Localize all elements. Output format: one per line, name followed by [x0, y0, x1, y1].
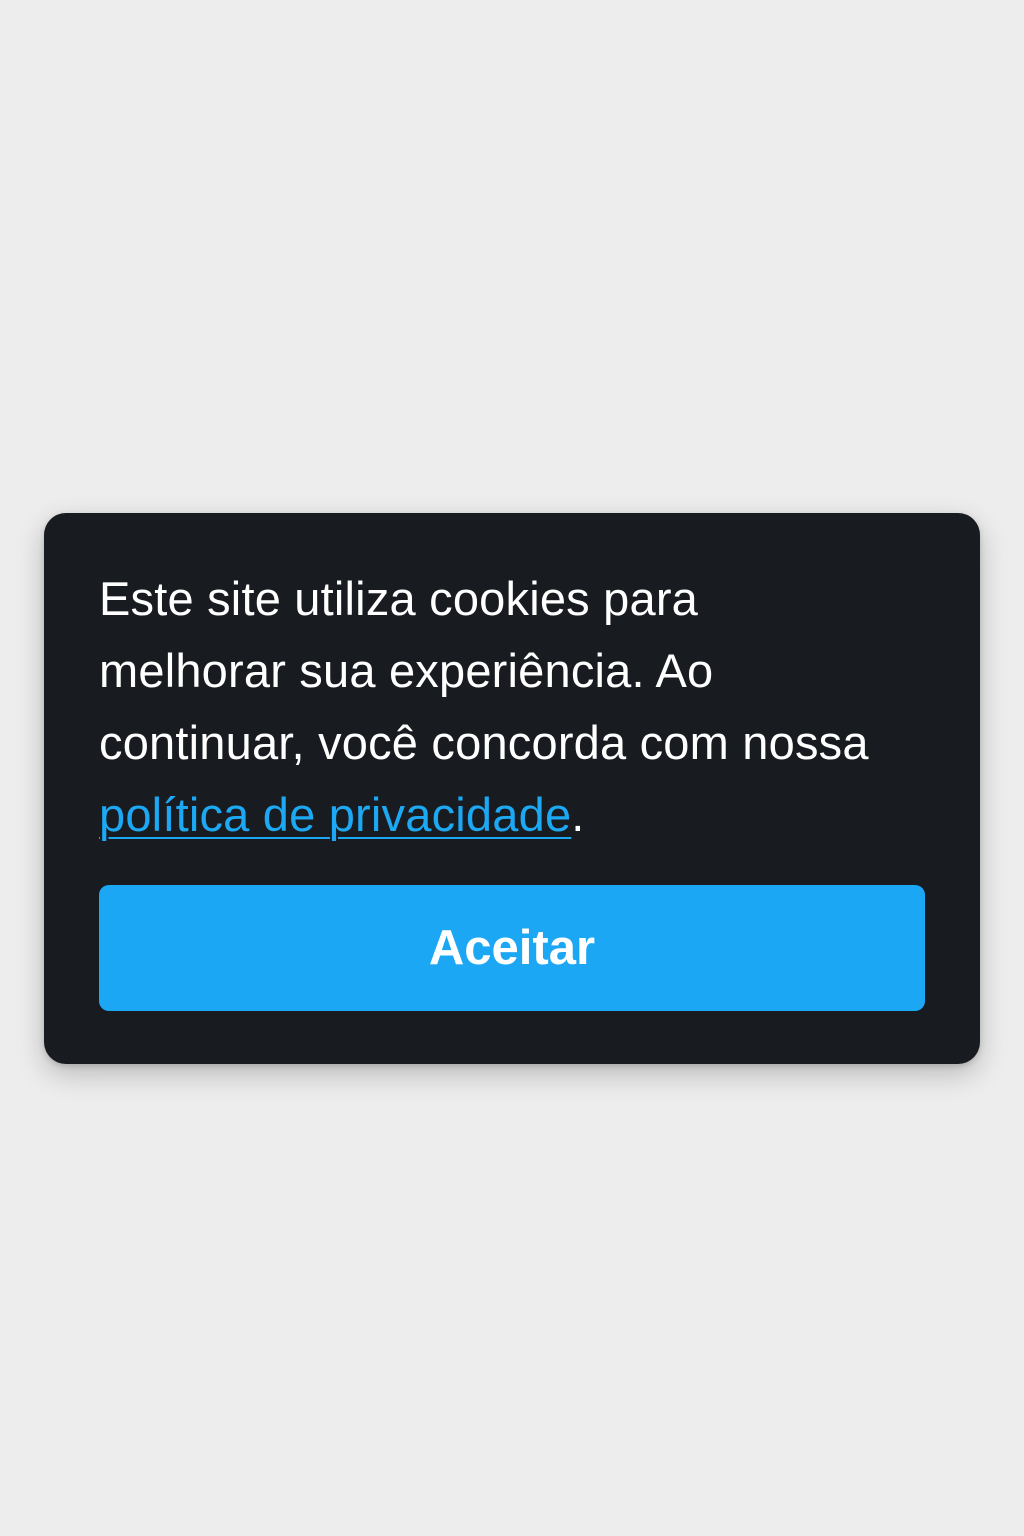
cookie-message: Este site utiliza cookies para melhorar …	[99, 563, 879, 851]
cookie-message-period: .	[571, 788, 585, 841]
privacy-policy-link[interactable]: política de privacidade	[99, 788, 571, 841]
cookie-message-text: Este site utiliza cookies para melhorar …	[99, 572, 869, 769]
accept-button[interactable]: Aceitar	[99, 885, 925, 1011]
cookie-consent-banner: Este site utiliza cookies para melhorar …	[44, 513, 980, 1064]
